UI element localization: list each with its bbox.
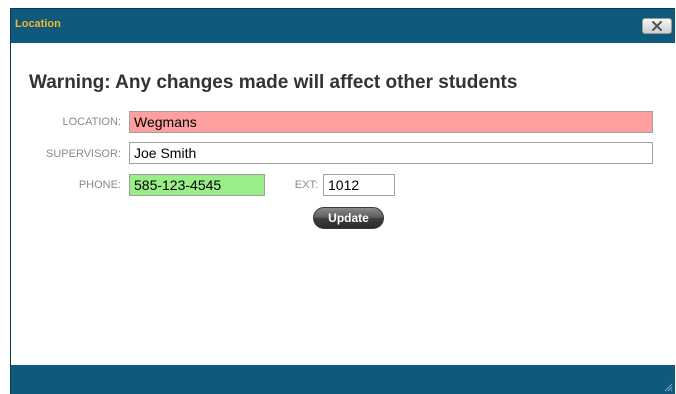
dialog-footer: [11, 365, 675, 394]
warning-message: Warning: Any changes made will affect ot…: [29, 72, 518, 93]
dialog-titlebar[interactable]: Location: [11, 9, 675, 43]
ext-input[interactable]: [323, 174, 395, 196]
supervisor-input[interactable]: [129, 142, 653, 164]
close-x-icon: [652, 21, 662, 31]
location-dialog: Location Warning: Any changes made will …: [10, 8, 675, 394]
resize-grip-icon[interactable]: [663, 382, 673, 392]
close-button[interactable]: [642, 18, 672, 34]
update-button[interactable]: Update: [313, 207, 384, 229]
phone-input[interactable]: [129, 174, 265, 196]
location-input[interactable]: [129, 111, 653, 133]
supervisor-label: SUPERVISOR:: [46, 148, 121, 160]
ext-label: EXT:: [294, 179, 318, 191]
phone-label: PHONE:: [78, 179, 121, 191]
dialog-title: Location: [15, 18, 61, 30]
location-label: LOCATION:: [62, 116, 121, 128]
